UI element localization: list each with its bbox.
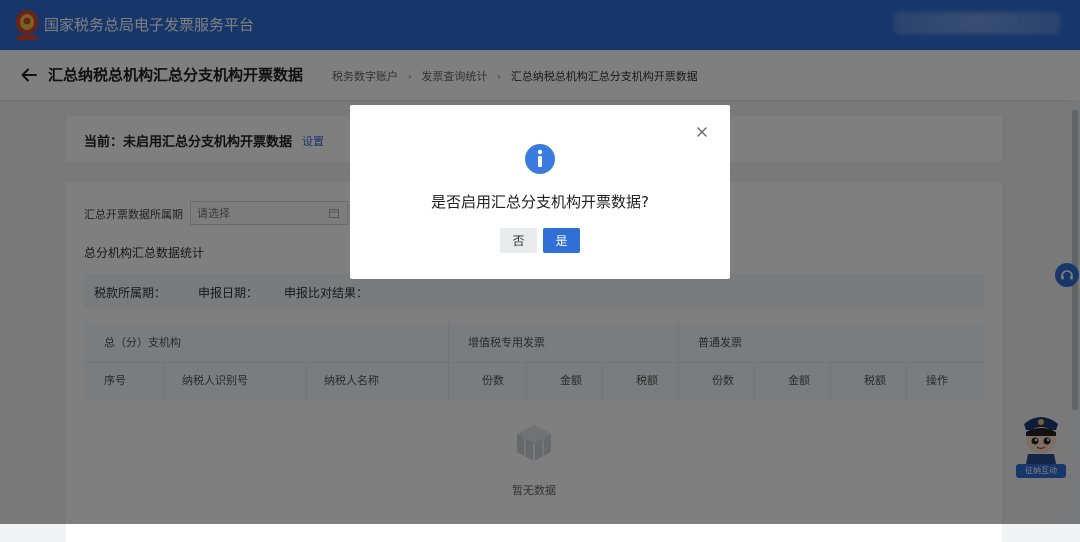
close-icon[interactable] — [696, 126, 708, 138]
no-button[interactable]: 否 — [500, 228, 537, 253]
confirm-dialog: 是否启用汇总分支机构开票数据? 否 是 — [350, 105, 730, 279]
dialog-message: 是否启用汇总分支机构开票数据? — [431, 193, 649, 211]
yes-button[interactable]: 是 — [543, 228, 580, 253]
info-icon — [525, 144, 555, 174]
